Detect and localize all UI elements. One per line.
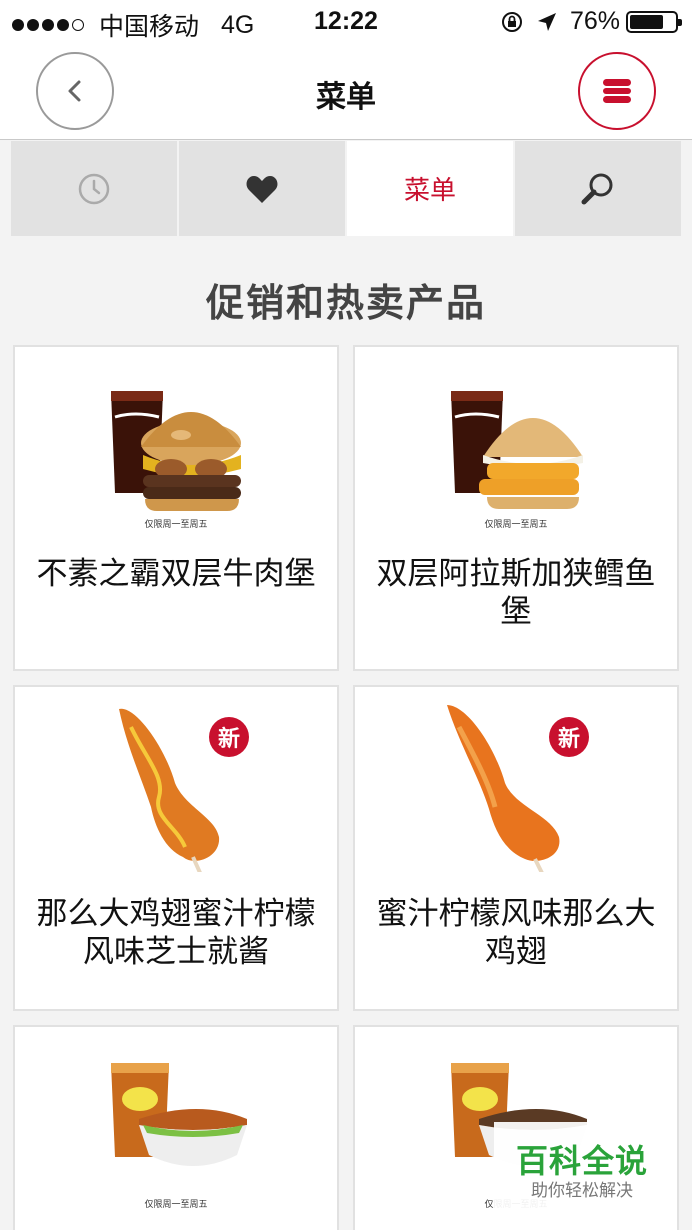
product-image-chicken-rice-bowl: 仅限周一至周五 — [15, 1027, 337, 1212]
menu-button[interactable] — [578, 52, 656, 130]
product-card[interactable]: 新 蜜汁柠檬风味那么大鸡翅 — [353, 685, 679, 1011]
product-caption: 仅限周一至周五 — [484, 520, 548, 530]
product-card[interactable]: 仅限周一至周五 — [13, 1025, 339, 1230]
product-caption: 仅限周一至周五 — [144, 520, 208, 530]
product-name: 双层阿拉斯加狭鳕鱼堡 — [376, 556, 656, 630]
battery-percent: 76% — [569, 7, 620, 35]
new-badge: 新 — [549, 717, 589, 757]
product-caption: 仅限周一至周五 — [144, 1200, 208, 1210]
heart-icon — [246, 175, 278, 203]
new-badge: 新 — [209, 717, 249, 757]
burger-menu-icon — [603, 79, 631, 103]
product-image-chicken-wing-cheese: 新 — [15, 687, 337, 876]
battery-icon — [626, 10, 682, 33]
product-card[interactable]: 仅限周一至周五 双层阿拉斯加狭鳕鱼堡 — [353, 345, 679, 671]
search-icon — [581, 173, 613, 204]
section-title: 促销和热卖产品 — [205, 281, 486, 325]
watermark-subtitle: 助你轻松解决 — [531, 1181, 633, 1201]
product-image-beef-burger: 仅限周一至周五 — [15, 347, 337, 532]
tab-menu[interactable]: 菜单 — [347, 141, 515, 236]
product-image-honey-lemon-wing: 新 — [355, 687, 677, 876]
tab-menu-label: 菜单 — [403, 176, 456, 206]
product-name: 不素之霸双层牛肉堡 — [36, 556, 316, 592]
clock-icon — [78, 173, 110, 204]
tab-search[interactable] — [515, 141, 681, 236]
tab-favorites[interactable] — [179, 141, 347, 236]
product-name: 蜜汁柠檬风味那么大鸡翅 — [376, 896, 656, 970]
location-arrow-icon — [536, 11, 558, 33]
tab-bar: 菜单 — [11, 141, 681, 236]
product-image-fish-burger: 仅限周一至周五 — [355, 347, 677, 532]
product-name: 那么大鸡翅蜜汁柠檬风味芝士就酱 — [36, 896, 316, 970]
status-bar: 中国移动 4G 12:22 76% — [0, 0, 692, 46]
watermark: 百科全说 助你轻松解决 — [494, 1122, 670, 1208]
nav-bar: 菜单 — [0, 46, 692, 140]
tab-recent[interactable] — [11, 141, 179, 236]
orientation-lock-icon — [500, 10, 524, 34]
product-card[interactable]: 新 那么大鸡翅蜜汁柠檬风味芝士就酱 — [13, 685, 339, 1011]
product-card[interactable]: 仅限周一至周五 不素之霸双层牛肉堡 — [13, 345, 339, 671]
